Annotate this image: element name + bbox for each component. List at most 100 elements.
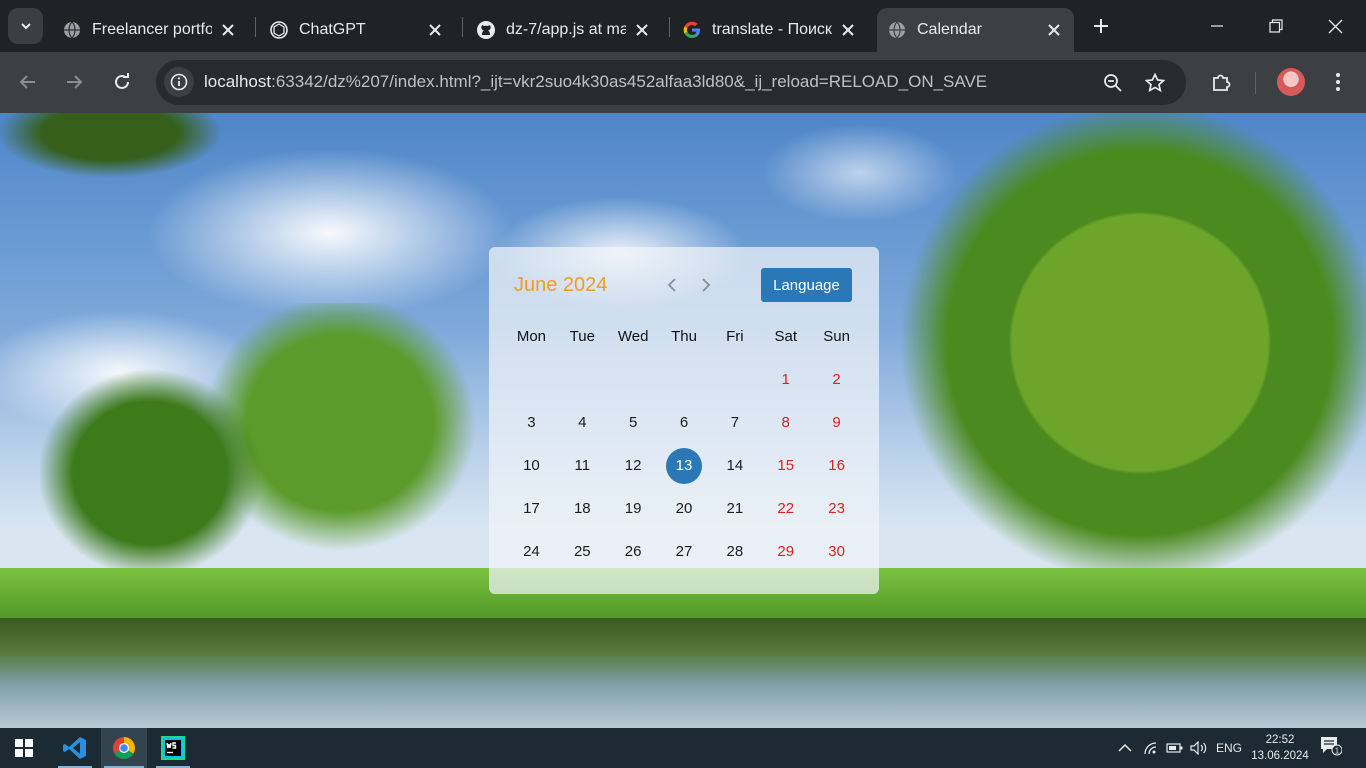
start-button[interactable] — [4, 728, 44, 768]
weekday-header: Wed — [617, 328, 649, 345]
profile-avatar[interactable] — [1277, 68, 1305, 96]
tab-calendar[interactable]: Calendar — [877, 8, 1074, 52]
empty-day-cell — [709, 358, 760, 401]
volume-control[interactable] — [1190, 728, 1208, 768]
day-cell[interactable]: 20 — [659, 487, 710, 530]
notification-icon: 1 — [1321, 737, 1343, 756]
language-button[interactable]: Language — [761, 268, 852, 302]
reload-button[interactable] — [105, 65, 139, 99]
webstorm-icon — [161, 736, 185, 760]
url-text[interactable]: localhost:63342/dz%207/index.html?_ijt=v… — [204, 72, 987, 92]
close-icon[interactable] — [425, 20, 445, 40]
windows-logo-icon — [15, 739, 33, 757]
day-cell[interactable]: 22 — [760, 487, 811, 530]
close-icon[interactable] — [218, 20, 238, 40]
tab-title: ChatGPT — [299, 21, 366, 38]
back-button[interactable] — [11, 65, 45, 99]
background-trees-right — [860, 113, 1366, 633]
day-cell[interactable]: 8 — [760, 401, 811, 444]
empty-day-cell — [557, 358, 608, 401]
day-cell[interactable]: 26 — [608, 530, 659, 573]
day-cell[interactable]: 18 — [557, 487, 608, 530]
day-cell[interactable]: 16 — [811, 444, 862, 487]
new-tab-button[interactable] — [1087, 12, 1115, 40]
globe-icon — [887, 20, 907, 40]
tab-title: dz-7/app.js at main — [506, 21, 626, 38]
bookmark-button[interactable] — [1142, 70, 1168, 96]
day-cell[interactable]: 5 — [608, 401, 659, 444]
minimize-button[interactable] — [1194, 10, 1240, 42]
taskbar-chrome[interactable] — [101, 728, 147, 768]
taskbar-webstorm[interactable] — [153, 728, 193, 768]
day-cell[interactable]: 2 — [811, 358, 862, 401]
minimize-icon — [1211, 25, 1223, 27]
day-cell[interactable]: 7 — [709, 401, 760, 444]
day-cell[interactable]: 3 — [506, 401, 557, 444]
vscode-icon — [63, 737, 86, 759]
network-status[interactable] — [1143, 728, 1161, 768]
restore-button[interactable] — [1253, 10, 1299, 42]
close-icon[interactable] — [632, 20, 652, 40]
tab-divider — [255, 17, 256, 37]
show-hidden-icons-button[interactable] — [1118, 728, 1132, 768]
more-vertical-icon — [1336, 73, 1340, 91]
star-icon — [1145, 73, 1165, 93]
browser-menu-button[interactable] — [1322, 66, 1354, 98]
close-window-button[interactable] — [1312, 10, 1358, 42]
day-cell[interactable]: 23 — [811, 487, 862, 530]
taskbar-vscode[interactable] — [55, 728, 95, 768]
day-cell[interactable]: 17 — [506, 487, 557, 530]
empty-day-cell — [506, 358, 557, 401]
weekday-header: Fri — [726, 328, 744, 345]
day-cell[interactable]: 10 — [506, 444, 557, 487]
day-cell[interactable]: 6 — [659, 401, 710, 444]
address-bar[interactable]: localhost:63342/dz%207/index.html?_ijt=v… — [156, 60, 1186, 105]
day-cell[interactable]: 15 — [760, 444, 811, 487]
zoom-button[interactable] — [1100, 70, 1126, 96]
battery-status[interactable] — [1166, 728, 1184, 768]
github-icon — [476, 20, 496, 40]
day-cell[interactable]: 28 — [709, 530, 760, 573]
clock-time: 22:52 — [1265, 734, 1295, 746]
forward-button[interactable] — [57, 65, 91, 99]
day-cell[interactable]: 29 — [760, 530, 811, 573]
battery-icon — [1166, 743, 1183, 753]
clock-date: 13.06.2024 — [1251, 750, 1309, 762]
next-month-button[interactable] — [695, 274, 717, 296]
day-cell[interactable]: 1 — [760, 358, 811, 401]
previous-month-button[interactable] — [661, 274, 683, 296]
day-cell[interactable]: 11 — [557, 444, 608, 487]
day-cell[interactable]: 19 — [608, 487, 659, 530]
day-cell[interactable]: 9 — [811, 401, 862, 444]
day-cell[interactable]: 12 — [608, 444, 659, 487]
tab-freelancer[interactable]: Freelancer portfolio — [52, 8, 248, 52]
close-icon[interactable] — [838, 20, 858, 40]
tab-google-translate[interactable]: translate - Поиск в Google — [672, 8, 868, 52]
action-center-button[interactable]: 1 — [1320, 736, 1348, 762]
empty-day-cell — [608, 358, 659, 401]
extensions-button[interactable] — [1205, 66, 1237, 98]
background-river — [0, 618, 1366, 728]
input-language[interactable]: ENG — [1216, 728, 1242, 768]
restore-icon — [1269, 19, 1283, 33]
day-cell[interactable]: 14 — [709, 444, 760, 487]
background-trees-left — [40, 303, 540, 603]
day-cell[interactable]: 27 — [659, 530, 710, 573]
day-cell[interactable]: 4 — [557, 401, 608, 444]
day-cell-today[interactable]: 13 — [659, 444, 710, 487]
day-cell[interactable]: 21 — [709, 487, 760, 530]
tab-divider — [462, 17, 463, 37]
globe-icon — [62, 20, 82, 40]
day-cell[interactable]: 25 — [557, 530, 608, 573]
day-cell[interactable]: 30 — [811, 530, 862, 573]
close-icon[interactable] — [1044, 20, 1064, 40]
tab-github[interactable]: dz-7/app.js at main — [466, 8, 662, 52]
tab-search-button[interactable] — [8, 8, 43, 44]
system-clock[interactable]: 22:52 13.06.2024 — [1248, 732, 1312, 764]
notification-count: 1 — [1335, 746, 1340, 755]
weekday-header: Mon — [516, 328, 547, 345]
site-info-button[interactable] — [164, 67, 194, 97]
day-cell[interactable]: 24 — [506, 530, 557, 573]
tab-chatgpt[interactable]: ChatGPT — [259, 8, 455, 52]
chevron-down-icon — [20, 23, 31, 30]
